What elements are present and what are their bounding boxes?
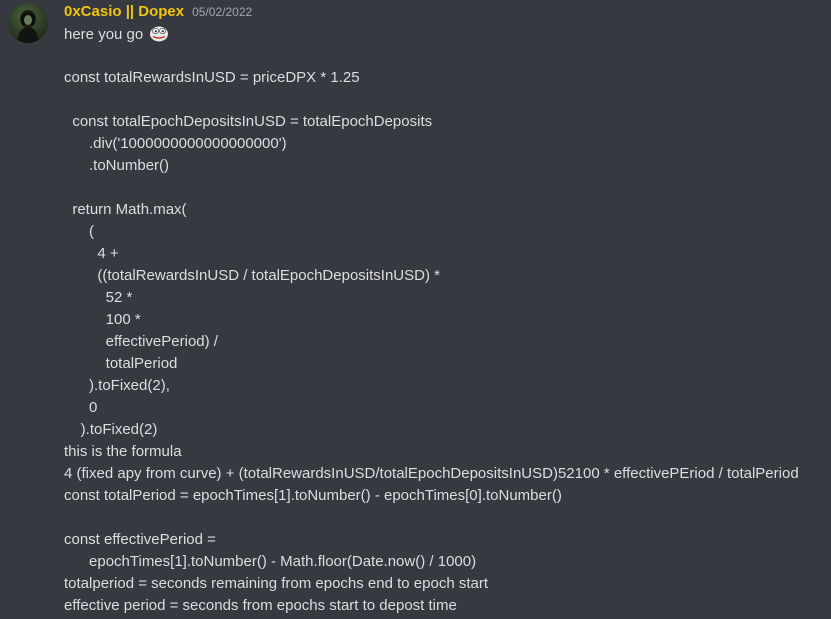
message-header: 0xCasio || Dopex 05/02/2022 [64,3,252,23]
message-line: const totalEpochDepositsInUSD = totalEpo… [64,113,433,130]
message-line: 0 [64,399,98,416]
message-line: return Math.max( [64,201,187,218]
message-line: .toNumber() [64,157,170,174]
timestamp[interactable]: 05/02/2022 [192,5,252,19]
message-line: const totalPeriod = epochTimes[1].toNumb… [64,487,562,504]
message-line: 4 (fixed apy from curve) + (totalRewards… [64,465,799,482]
message-line: .div('1000000000000000000') [64,135,287,152]
message-line: ).toFixed(2), [64,377,170,394]
message-line: 4 + [64,245,119,262]
pepe-emoji-icon[interactable] [149,24,169,42]
message-line: effective period = seconds from epochs s… [64,597,457,614]
message-line: effectivePeriod) / [64,333,218,350]
avatar[interactable] [8,3,48,43]
message-line: ((totalRewardsInUSD / totalEpochDeposits… [64,267,440,284]
message-line: 52 * [64,289,133,306]
message-line: totalperiod = seconds remaining from epo… [64,575,488,592]
message-line: ).toFixed(2) [64,421,158,438]
chat-message: 0xCasio || Dopex 05/02/2022 here you go … [0,0,831,619]
avatar-icon [17,10,39,43]
message-line: this is the formula [64,443,182,460]
message-line: totalPeriod [64,355,178,372]
message-line: const totalRewardsInUSD = priceDPX * 1.2… [64,69,360,86]
message-line: ( [64,223,94,240]
message-line: 100 * [64,311,141,328]
username[interactable]: 0xCasio || Dopex [64,3,184,20]
message-line: const effectivePeriod = [64,531,216,548]
message-line: epochTimes[1].toNumber() - Math.floor(Da… [64,553,477,570]
message-line: here you go [64,24,169,45]
